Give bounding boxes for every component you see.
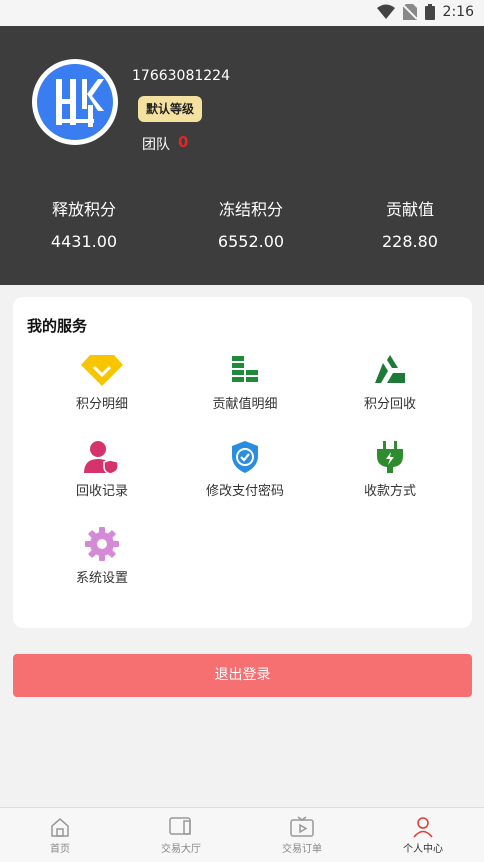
tablet-icon xyxy=(169,817,191,835)
avatar[interactable] xyxy=(32,59,118,145)
service-change-pay-password[interactable]: 修改支付密码 xyxy=(185,440,305,499)
no-sim-icon xyxy=(402,4,417,20)
plug-icon xyxy=(377,441,403,473)
service-points-detail[interactable]: 积分明细 xyxy=(42,353,162,412)
service-points-recycle[interactable]: 积分回收 xyxy=(330,353,450,412)
status-time: 2:16 xyxy=(442,4,474,20)
team-label: 团队 xyxy=(142,137,170,153)
tab-trade-orders[interactable]: 交易订单 xyxy=(252,816,352,855)
profile-header: 17663081224 默认等级 团队 0 释放积分 4431.00 冻结积分 … xyxy=(0,26,484,285)
tab-home[interactable]: 首页 xyxy=(10,816,110,855)
user-shield-icon xyxy=(84,441,119,474)
gear-icon xyxy=(85,527,119,561)
service-label: 回收记录 xyxy=(75,484,128,499)
status-bar: 2:16 xyxy=(0,0,484,26)
services-card: 我的服务 积分明细 贡献值明细 积分回收 回收记录 修改支付密码 收款方式 系统… xyxy=(13,297,472,628)
bottom-tab-bar: 首页 交易大厅 交易订单 个人中心 xyxy=(0,807,484,862)
service-payment-method[interactable]: 收款方式 xyxy=(330,440,450,499)
service-label: 修改支付密码 xyxy=(205,484,284,499)
service-label: 系统设置 xyxy=(75,571,128,586)
stat-value: 6552.00 xyxy=(217,232,285,251)
coin-stack-icon xyxy=(232,356,258,382)
recycle-icon xyxy=(375,355,405,383)
services-title: 我的服务 xyxy=(27,317,88,335)
stat-value: 228.80 xyxy=(382,232,438,251)
battery-icon xyxy=(424,4,435,20)
wifi-icon xyxy=(376,4,395,19)
person-icon xyxy=(413,817,433,838)
home-icon xyxy=(51,818,69,837)
team-count: 0 xyxy=(178,133,189,151)
tv-play-icon xyxy=(290,816,314,837)
service-label: 积分明细 xyxy=(75,397,128,412)
stat-value: 4431.00 xyxy=(50,232,118,251)
tab-label: 首页 xyxy=(50,844,70,855)
stat-released-points[interactable]: 释放积分 4431.00 xyxy=(19,196,149,251)
stat-contribution[interactable]: 贡献值 228.80 xyxy=(345,196,475,251)
shield-check-icon xyxy=(232,441,258,473)
tab-label: 交易大厅 xyxy=(161,844,201,855)
status-icons: 2:16 xyxy=(376,4,474,20)
phone-number: 17663081224 xyxy=(132,68,230,84)
service-recycle-records[interactable]: 回收记录 xyxy=(42,440,162,499)
logout-button[interactable]: 退出登录 xyxy=(13,654,472,697)
tab-personal-center[interactable]: 个人中心 xyxy=(373,816,473,855)
tab-trading-hall[interactable]: 交易大厅 xyxy=(131,816,231,855)
tab-label: 个人中心 xyxy=(403,844,443,855)
service-contribution-detail[interactable]: 贡献值明细 xyxy=(185,353,305,412)
service-label: 贡献值明细 xyxy=(212,397,278,412)
stat-label: 释放积分 xyxy=(51,200,116,219)
level-badge: 默认等级 xyxy=(138,96,202,122)
diamond-icon xyxy=(81,355,123,386)
stat-label: 贡献值 xyxy=(385,200,434,219)
service-label: 收款方式 xyxy=(363,484,416,499)
service-system-settings[interactable]: 系统设置 xyxy=(42,527,162,586)
stat-frozen-points[interactable]: 冻结积分 6552.00 xyxy=(186,196,316,251)
stat-label: 冻结积分 xyxy=(218,200,283,219)
hk-logo-icon xyxy=(37,64,113,140)
service-label: 积分回收 xyxy=(363,397,416,412)
tab-label: 交易订单 xyxy=(282,844,322,855)
